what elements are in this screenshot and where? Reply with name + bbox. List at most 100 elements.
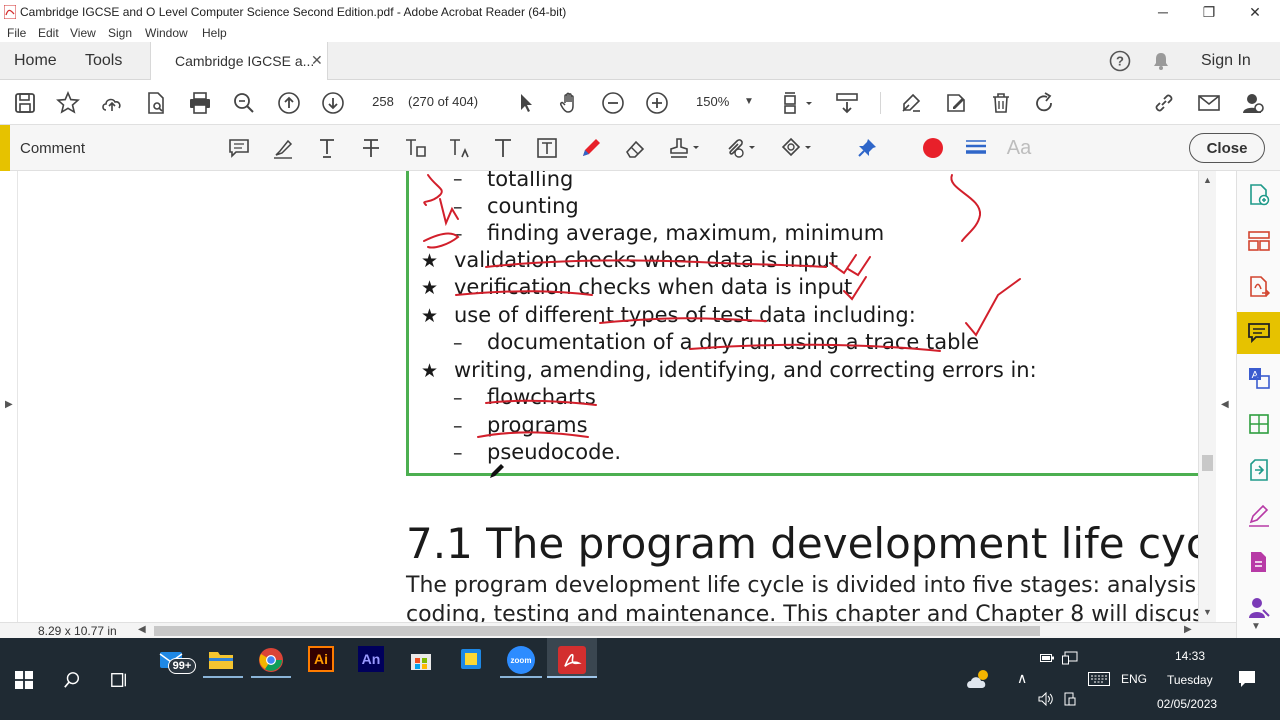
- menu-help[interactable]: Help: [202, 26, 227, 40]
- shapes-icon[interactable]: [778, 136, 816, 160]
- compress-pdf-icon[interactable]: [1245, 410, 1273, 438]
- clock-date[interactable]: 02/05/2023: [1157, 697, 1217, 711]
- request-signature-icon[interactable]: [1245, 594, 1273, 622]
- page-number-input[interactable]: 258: [366, 91, 400, 113]
- clock-time[interactable]: 14:33: [1175, 649, 1205, 663]
- upload-cloud-icon[interactable]: [99, 90, 125, 116]
- print-icon[interactable]: [187, 90, 213, 116]
- sign-in-link[interactable]: Sign In: [1201, 42, 1251, 80]
- minimize-button[interactable]: ─: [1140, 0, 1186, 24]
- rotate-redo-icon[interactable]: [1031, 90, 1057, 116]
- tray-chevron-icon[interactable]: ∧: [1017, 670, 1027, 687]
- vertical-scroll-thumb[interactable]: [1202, 455, 1213, 471]
- windows-start-icon[interactable]: [14, 670, 34, 690]
- close-window-button[interactable]: ✕: [1232, 0, 1278, 24]
- share-user-icon[interactable]: [1240, 90, 1266, 116]
- save-icon[interactable]: [12, 90, 38, 116]
- restore-button[interactable]: ❐: [1186, 0, 1232, 24]
- menu-view[interactable]: View: [70, 26, 96, 40]
- create-pdf-icon[interactable]: [1245, 181, 1273, 209]
- menu-sign[interactable]: Sign: [108, 26, 132, 40]
- pin-icon[interactable]: [854, 136, 880, 160]
- chrome-icon[interactable]: [258, 647, 284, 673]
- document-viewport[interactable]: ▶ – totalling – counting – finding avera…: [0, 171, 1236, 622]
- email-icon[interactable]: [1196, 90, 1222, 116]
- sidebar-more-chevron-icon[interactable]: ▼: [1251, 621, 1261, 632]
- share-link-icon[interactable]: [1151, 90, 1177, 116]
- text-size-icon[interactable]: Aa: [1006, 136, 1032, 160]
- taskbar-search-icon[interactable]: [62, 670, 82, 690]
- attach-file-icon[interactable]: [722, 136, 760, 160]
- fill-sign-icon[interactable]: [898, 90, 924, 116]
- text-box-icon[interactable]: [534, 136, 560, 160]
- scroll-mode-icon[interactable]: [834, 90, 860, 116]
- close-comment-button[interactable]: Close: [1189, 133, 1265, 163]
- bookmark-star-icon[interactable]: [55, 90, 81, 116]
- vertical-scrollbar[interactable]: ▲ ▼: [1198, 171, 1216, 622]
- protect-document-icon[interactable]: [1245, 548, 1273, 576]
- volume-icon[interactable]: [1038, 692, 1054, 706]
- hand-tool-icon[interactable]: [556, 90, 582, 116]
- highlight-text-icon[interactable]: [270, 136, 296, 160]
- scroll-right-icon[interactable]: ▶: [1184, 624, 1192, 635]
- notification-bell-icon[interactable]: [1151, 51, 1171, 71]
- export-pdf-icon[interactable]: [1245, 273, 1273, 301]
- clock-day[interactable]: Tuesday: [1167, 673, 1213, 687]
- image-viewer-icon[interactable]: [458, 646, 484, 672]
- fill-sign-sidebar-icon[interactable]: [1245, 502, 1273, 530]
- organize-pages-icon[interactable]: [1245, 227, 1273, 255]
- zoom-search-icon[interactable]: [231, 90, 257, 116]
- tab-document[interactable]: Cambridge IGCSE a... ✕: [150, 42, 328, 81]
- scroll-left-icon[interactable]: ◀: [138, 624, 146, 635]
- tab-tools[interactable]: Tools: [85, 42, 122, 80]
- file-explorer-icon[interactable]: [208, 648, 234, 670]
- close-tab-icon[interactable]: ✕: [311, 52, 323, 69]
- tab-home[interactable]: Home: [14, 42, 57, 80]
- menu-window[interactable]: Window: [145, 26, 188, 40]
- translate-icon[interactable]: A: [1245, 364, 1273, 392]
- keyboard-icon[interactable]: [1088, 672, 1110, 686]
- menu-edit[interactable]: Edit: [38, 26, 59, 40]
- devices-icon[interactable]: [1063, 692, 1077, 706]
- animate-icon[interactable]: An: [358, 646, 384, 672]
- battery-icon[interactable]: [1040, 653, 1054, 663]
- zoom-in-icon[interactable]: [644, 90, 670, 116]
- horizontal-scroll-thumb[interactable]: [154, 626, 1040, 636]
- illustrator-icon[interactable]: Ai: [308, 646, 334, 672]
- weather-icon[interactable]: [966, 668, 994, 690]
- network-icon[interactable]: [1062, 651, 1078, 665]
- menu-file[interactable]: File: [7, 26, 26, 40]
- microsoft-store-icon[interactable]: [408, 646, 434, 672]
- language-indicator[interactable]: ENG: [1121, 672, 1147, 686]
- zoom-app-icon[interactable]: zoom: [507, 646, 535, 674]
- task-view-icon[interactable]: [109, 670, 129, 690]
- previous-page-icon[interactable]: [276, 90, 302, 116]
- line-thickness-icon[interactable]: [963, 136, 989, 160]
- help-icon[interactable]: ?: [1109, 50, 1131, 72]
- stamp-icon[interactable]: [666, 136, 704, 160]
- color-picker-icon[interactable]: [920, 136, 946, 160]
- strikethrough-text-icon[interactable]: [358, 136, 384, 160]
- delete-trash-icon[interactable]: [988, 90, 1014, 116]
- collapse-right-panel-icon[interactable]: ◀: [1221, 399, 1229, 410]
- zoom-dropdown-chevron-icon[interactable]: ▼: [744, 96, 754, 107]
- scroll-up-icon[interactable]: ▲: [1203, 175, 1212, 185]
- scan-ocr-icon[interactable]: [1245, 456, 1273, 484]
- comment-tool-icon[interactable]: [1237, 312, 1280, 354]
- action-center-icon[interactable]: [1238, 670, 1256, 688]
- file-search-icon[interactable]: [143, 90, 169, 116]
- add-text-icon[interactable]: [490, 136, 516, 160]
- page-layout-icon[interactable]: [780, 90, 814, 116]
- edit-pdf-icon[interactable]: [943, 90, 969, 116]
- acrobat-reader-icon[interactable]: [558, 646, 586, 674]
- underline-text-icon[interactable]: [314, 136, 340, 160]
- pen-draw-icon[interactable]: [578, 136, 604, 160]
- select-cursor-icon[interactable]: [513, 90, 539, 116]
- eraser-icon[interactable]: [622, 136, 648, 160]
- zoom-out-icon[interactable]: [600, 90, 626, 116]
- insert-text-icon[interactable]: [446, 136, 472, 160]
- next-page-icon[interactable]: [320, 90, 346, 116]
- scroll-down-icon[interactable]: ▼: [1203, 607, 1212, 617]
- sticky-note-icon[interactable]: [226, 136, 252, 160]
- replace-text-icon[interactable]: [402, 136, 428, 160]
